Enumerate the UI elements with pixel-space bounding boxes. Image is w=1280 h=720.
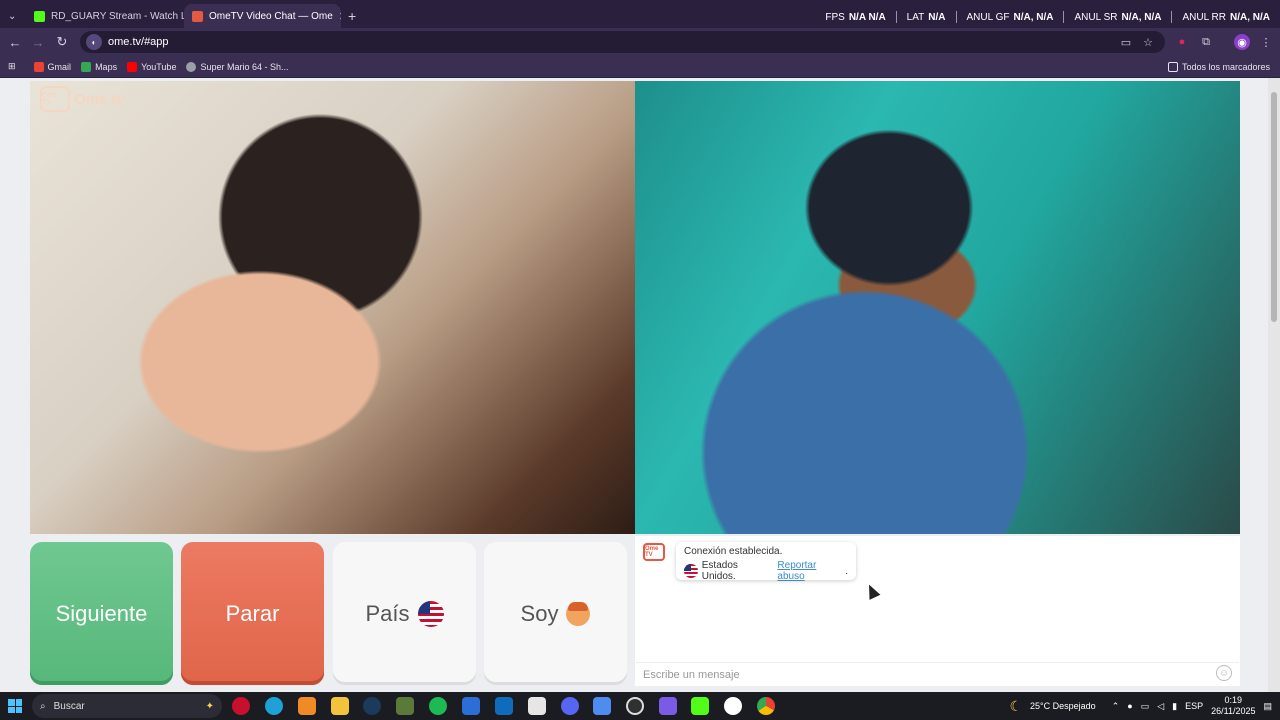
apps-grid-icon[interactable]: ⊞ <box>8 61 16 72</box>
discord-icon[interactable] <box>561 697 579 715</box>
extension-icon[interactable]: ● <box>1174 34 1190 50</box>
copilot-icon[interactable] <box>593 697 611 715</box>
bookmark-star-icon[interactable]: ☆ <box>1140 34 1156 50</box>
message-input[interactable]: Escribe un mensaje <box>636 662 1239 686</box>
volume-icon[interactable]: ◁ <box>1157 701 1164 712</box>
m365-icon[interactable] <box>659 697 677 715</box>
stop-button[interactable]: Parar <box>181 542 324 685</box>
file-explorer-icon[interactable] <box>331 697 349 715</box>
tab-ometv[interactable]: OmeTV Video Chat — Ome ✕ <box>184 4 341 28</box>
country-button[interactable]: País <box>333 542 476 685</box>
bookmark-gmail[interactable]: Gmail <box>33 61 71 72</box>
report-abuse-link[interactable]: Reportar abuso <box>777 560 845 582</box>
bookmark-super-mario[interactable]: Super Mario 64 - Sh... <box>186 61 289 72</box>
reload-icon[interactable]: ↻ <box>51 31 73 53</box>
self-video <box>635 81 1240 534</box>
tray-chevron-icon[interactable]: ⌃ <box>1112 701 1120 712</box>
maps-icon <box>81 61 92 72</box>
clock[interactable]: 0:19 26/11/2025 <box>1211 695 1255 717</box>
performance-overlay: FPS N/A N/A LAT N/A ANUL GF N/A, N/A ANUL S… <box>825 11 1270 23</box>
notifications-icon[interactable]: ▤ <box>1263 701 1272 712</box>
windows-taskbar: ⌕ Buscar ✦ ☾ 25°C Despejado ⌃ ● ▭ ◁ ▮ ES… <box>0 692 1280 720</box>
system-tray: ☾ 25°C Despejado ⌃ ● ▭ ◁ ▮ ESP 0:19 26/1… <box>1009 692 1280 720</box>
new-tab-button[interactable]: + <box>343 4 363 28</box>
kick-icon <box>34 10 45 22</box>
ometv-logo-icon: Ome TV <box>40 86 70 112</box>
page-scrollbar[interactable] <box>1268 78 1280 692</box>
tab-strip: ⌄ RD_GUARY Stream - Watch Live ✕ OmeTV V… <box>0 0 1280 28</box>
menu-kebab-icon[interactable]: ⋮ <box>1258 34 1274 50</box>
search-icon: ⌕ <box>40 700 46 712</box>
scrollbar-thumb[interactable] <box>1271 92 1277 322</box>
tab-kick-stream[interactable]: RD_GUARY Stream - Watch Live ✕ <box>26 4 184 28</box>
app-orange-icon[interactable] <box>298 697 316 715</box>
sparkle-icon: ✦ <box>205 700 214 712</box>
cast-icon[interactable]: ▭ <box>1118 34 1134 50</box>
gender-button[interactable]: Soy <box>484 542 627 685</box>
calendar-icon[interactable] <box>528 697 546 715</box>
next-button[interactable]: Siguiente <box>30 542 173 685</box>
tab-list-dropdown[interactable]: ⌄ <box>4 4 24 28</box>
us-flag-icon <box>417 600 444 627</box>
ometv-logo: Ome TV Ome.tv <box>40 86 125 112</box>
mic-icon[interactable]: ● <box>1127 701 1132 711</box>
language-indicator[interactable]: ESP <box>1185 701 1203 711</box>
folder-icon <box>1167 61 1178 72</box>
close-icon[interactable]: ✕ <box>339 10 341 23</box>
gmail-icon <box>33 61 44 72</box>
bookmark-youtube[interactable]: YouTube <box>127 61 176 72</box>
ometv-chat-icon: Ome TV <box>643 543 665 561</box>
kick-app-icon[interactable] <box>691 697 709 715</box>
profile-avatar[interactable]: ◉ <box>1234 34 1250 50</box>
bookmarks-bar: ⊞ Gmail Maps YouTube Super Mario 64 - Sh… <box>0 56 1280 78</box>
sync-app-icon[interactable] <box>724 697 742 715</box>
system-message: Conexión establecida. Estados Unidos. Re… <box>676 542 856 582</box>
store-icon[interactable] <box>462 697 480 715</box>
forward-icon[interactable]: → <box>27 31 49 53</box>
anul-rr-stat: ANUL RR N/A, N/A <box>1182 11 1270 23</box>
browser-toolbar: ← → ↻ ◐ ome.tv/#app ▭ ☆ ● ⧉ ◉ ⋮ <box>0 28 1280 56</box>
minecraft-icon[interactable] <box>396 697 414 715</box>
back-icon[interactable]: ← <box>4 31 26 53</box>
bookmark-maps[interactable]: Maps <box>81 61 117 72</box>
spotify-icon[interactable] <box>429 697 447 715</box>
boy-avatar-icon <box>566 601 591 626</box>
opera-gx-icon[interactable] <box>232 697 250 715</box>
lat-stat: LAT N/A <box>907 11 957 23</box>
youtube-icon <box>127 61 138 72</box>
anul-sr-stat: ANUL SR N/A, N/A <box>1074 11 1173 23</box>
extensions-puzzle-icon[interactable]: ⧉ <box>1198 34 1214 50</box>
windows-start-icon[interactable] <box>8 699 22 713</box>
site-info-icon[interactable]: ◐ <box>86 34 102 50</box>
chrome-icon[interactable] <box>757 697 775 715</box>
battery-icon[interactable]: ▮ <box>1172 701 1177 712</box>
stranger-country: Estados Unidos. <box>701 560 738 582</box>
us-flag-icon <box>684 564 698 578</box>
weather-moon-icon: ☾ <box>1009 697 1023 714</box>
ometv-logo-text: Ome.tv <box>74 90 125 108</box>
network-icon[interactable]: ▭ <box>1141 701 1150 712</box>
globe-icon <box>186 61 197 72</box>
anul-gf-stat: ANUL GF N/A, N/A <box>967 11 1065 23</box>
address-bar[interactable]: ◐ ome.tv/#app <box>80 31 1165 53</box>
obs-icon[interactable] <box>626 697 644 715</box>
steam-icon[interactable] <box>363 697 381 715</box>
tab-label: OmeTV Video Chat — Ome <box>209 10 333 22</box>
connection-status: Conexión establecida. <box>684 546 783 557</box>
emoji-icon[interactable]: ☺ <box>1216 665 1232 681</box>
tab-label: RD_GUARY Stream - Watch Live <box>51 10 184 22</box>
weather-text[interactable]: 25°C Despejado <box>1030 701 1096 711</box>
outlook-icon[interactable] <box>495 697 513 715</box>
edge-icon[interactable] <box>265 697 283 715</box>
taskbar-search[interactable]: ⌕ Buscar ✦ <box>32 694 222 718</box>
stranger-video <box>30 81 635 534</box>
all-bookmarks[interactable]: Todos los marcadores <box>1167 61 1270 72</box>
ometv-icon <box>192 10 203 22</box>
url-text: ome.tv/#app <box>108 36 169 48</box>
fps-stat: FPS N/A N/A <box>825 11 897 23</box>
